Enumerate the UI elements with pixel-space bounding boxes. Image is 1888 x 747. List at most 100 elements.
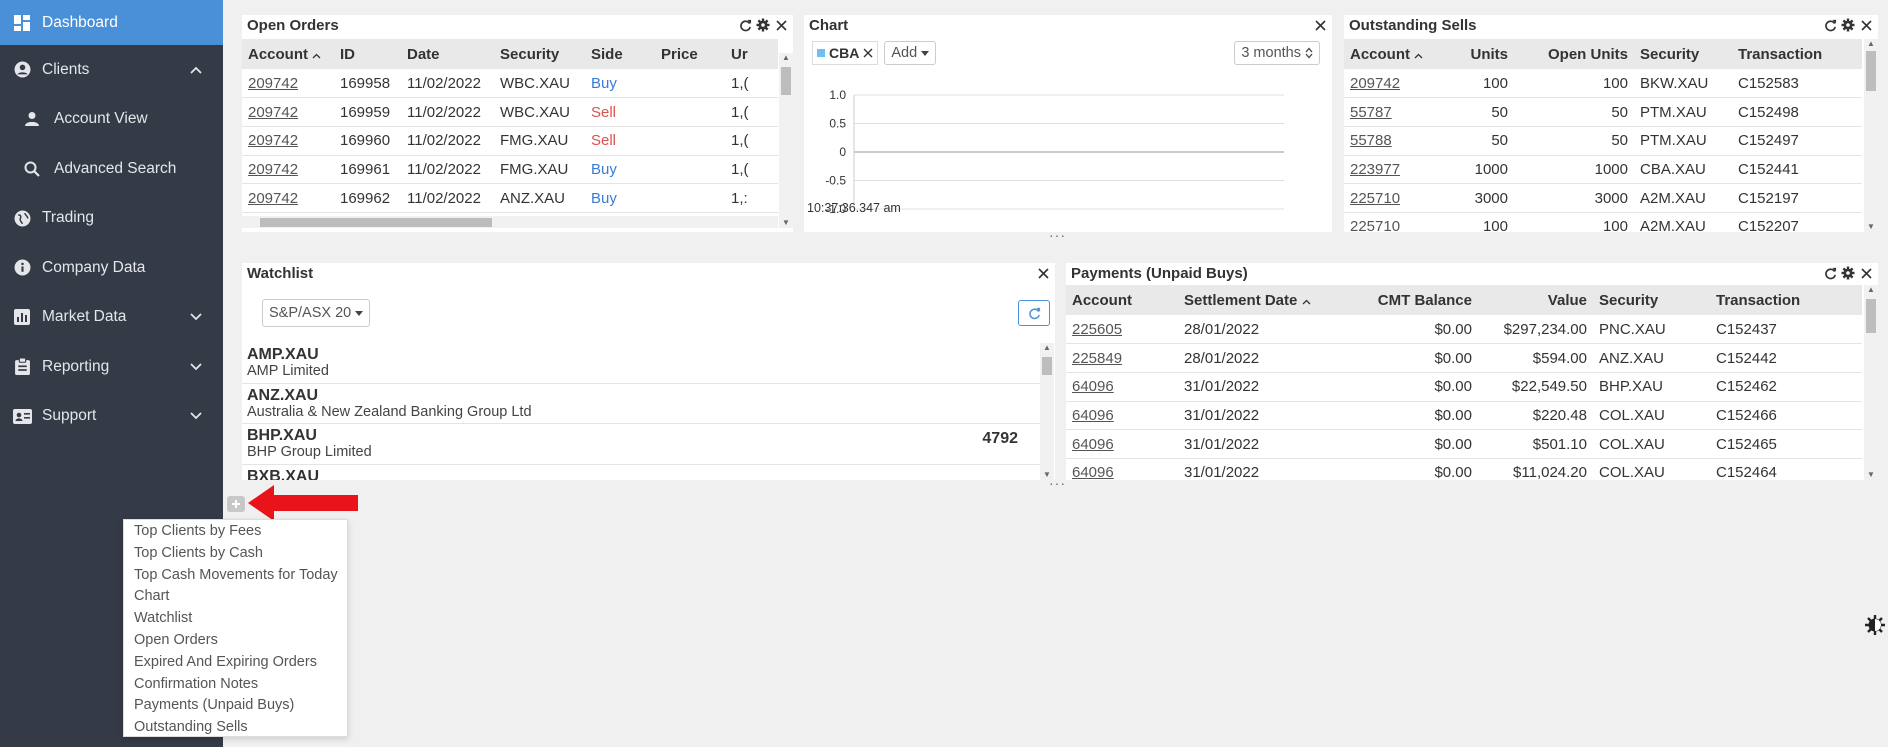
column-header-side[interactable]: Side [585, 39, 655, 69]
y-tick-label: 0.5 [829, 117, 846, 131]
menu-item-top-clients-by-fees[interactable]: Top Clients by Fees [124, 521, 347, 543]
column-header-date[interactable]: Date [401, 39, 494, 69]
column-header-security[interactable]: Security [1593, 285, 1710, 315]
vertical-scrollbar[interactable]: ▲ ▼ [1864, 39, 1878, 232]
close-icon[interactable] [1036, 266, 1050, 280]
resize-handle[interactable]: ··· [1049, 227, 1066, 243]
account-link[interactable]: 223977 [1350, 161, 1400, 178]
column-header-transaction[interactable]: Transaction [1710, 285, 1862, 315]
close-icon[interactable] [1313, 18, 1327, 32]
refresh-button[interactable] [1018, 300, 1050, 326]
refresh-icon[interactable] [738, 18, 752, 32]
order-units: 1,( [725, 97, 778, 127]
y-tick-label: -0.5 [825, 174, 846, 188]
column-header-units[interactable]: Ur [725, 39, 778, 69]
vertical-scrollbar[interactable]: ▲ ▼ [1864, 285, 1878, 480]
index-select[interactable]: S&P/ASX 20 [262, 299, 371, 327]
table-row: 225849 28/01/2022 $0.00 $594.00 ANZ.XAU … [1066, 343, 1862, 373]
sidebar-item-advanced-search[interactable]: Advanced Search [0, 144, 223, 194]
resize-handle[interactable]: ··· [1049, 475, 1066, 491]
period-select[interactable]: 3 months [1234, 41, 1320, 65]
security-code: AMP.XAU [247, 346, 319, 363]
order-units: 1,: [725, 183, 778, 213]
menu-item-open-orders[interactable]: Open Orders [124, 630, 347, 652]
menu-item-outstanding-sells[interactable]: Outstanding Sells [124, 717, 347, 739]
sidebar-item-reporting[interactable]: Reporting [0, 342, 223, 392]
column-header-transaction[interactable]: Transaction [1732, 39, 1862, 69]
account-link[interactable]: 64096 [1072, 464, 1114, 480]
cmt-balance: $0.00 [1328, 401, 1478, 431]
account-link[interactable]: 225605 [1072, 321, 1122, 338]
account-link[interactable]: 64096 [1072, 407, 1114, 424]
column-header-value[interactable]: Value [1478, 285, 1593, 315]
column-header-units[interactable]: Units [1444, 39, 1514, 69]
gear-icon[interactable] [756, 18, 770, 32]
add-widget-button[interactable] [227, 496, 245, 512]
vertical-scrollbar[interactable]: ▲ ▼ [779, 53, 793, 228]
account-link[interactable]: 225710 [1350, 190, 1400, 207]
sidebar-item-support[interactable]: Support [0, 392, 223, 442]
column-header-account[interactable]: Account [242, 39, 334, 69]
units: 1000 [1444, 155, 1514, 185]
menu-item-watchlist[interactable]: Watchlist [124, 608, 347, 630]
menu-item-payments[interactable]: Payments (Unpaid Buys) [124, 695, 347, 717]
list-item[interactable]: BHP.XAU BHP Group Limited 4792 [242, 424, 1040, 465]
account-link[interactable]: 209742 [1350, 75, 1400, 92]
menu-item-chart[interactable]: Chart [124, 586, 347, 608]
column-header-price[interactable]: Price [655, 39, 725, 69]
account-link[interactable]: 209742 [248, 161, 298, 178]
sidebar-item-clients[interactable]: Clients [0, 45, 223, 95]
menu-item-top-clients-by-cash[interactable]: Top Clients by Cash [124, 543, 347, 565]
column-header-id[interactable]: ID [334, 39, 401, 69]
menu-item-expired-orders[interactable]: Expired And Expiring Orders [124, 652, 347, 674]
horizontal-scrollbar[interactable] [242, 216, 778, 228]
menu-item-top-cash-movements[interactable]: Top Cash Movements for Today [124, 565, 347, 587]
y-tick-label: 1.0 [829, 88, 846, 102]
account-link[interactable]: 209742 [248, 104, 298, 121]
chevron-up-icon [189, 63, 203, 77]
account-link[interactable]: 209742 [248, 75, 298, 92]
sidebar-item-company-data[interactable]: Company Data [0, 243, 223, 293]
bar-chart-icon [12, 307, 32, 327]
gear-icon[interactable] [1841, 266, 1855, 280]
sidebar-item-dashboard[interactable]: Dashboard [0, 0, 223, 45]
account-link[interactable]: 225849 [1072, 350, 1122, 367]
account-link[interactable]: 209742 [248, 190, 298, 207]
column-header-account[interactable]: Account [1066, 285, 1178, 315]
refresh-icon[interactable] [1823, 18, 1837, 32]
column-header-cmt-balance[interactable]: CMT Balance [1328, 285, 1478, 315]
close-icon[interactable] [1859, 18, 1873, 32]
list-item[interactable]: BXB.XAU [242, 465, 1040, 480]
close-icon[interactable] [774, 18, 788, 32]
sidebar-item-trading[interactable]: Trading [0, 194, 223, 244]
refresh-icon[interactable] [1823, 266, 1837, 280]
account-link[interactable]: 225710 [1350, 218, 1400, 232]
account-link[interactable]: 209742 [248, 132, 298, 149]
order-price [655, 155, 725, 185]
theme-toggle-icon[interactable] [1864, 614, 1886, 636]
column-header-security[interactable]: Security [1634, 39, 1732, 69]
list-item[interactable]: AMP.XAU AMP Limited [242, 343, 1040, 384]
add-symbol-dropdown[interactable]: Add [884, 41, 937, 65]
vertical-scrollbar[interactable]: ▲ ▼ [1040, 343, 1054, 480]
table-row: 209742 169959 11/02/2022 WBC.XAU Sell 1,… [242, 97, 778, 127]
column-header-security[interactable]: Security [494, 39, 585, 69]
gear-icon[interactable] [1841, 18, 1855, 32]
close-icon[interactable] [1859, 266, 1873, 280]
menu-item-confirmation-notes[interactable]: Confirmation Notes [124, 674, 347, 696]
account-link[interactable]: 55787 [1350, 104, 1392, 121]
order-security: ANZ.XAU [494, 183, 585, 213]
close-icon[interactable] [863, 48, 873, 58]
account-link[interactable]: 64096 [1072, 378, 1114, 395]
column-header-account[interactable]: Account [1344, 39, 1444, 69]
sidebar-item-account-view[interactable]: Account View [0, 95, 223, 145]
panel-header: Open Orders [242, 15, 793, 35]
symbol-chip[interactable]: CBA [812, 41, 879, 65]
column-header-settlement-date[interactable]: Settlement Date [1178, 285, 1328, 315]
list-item[interactable]: ANZ.XAU Australia & New Zealand Banking … [242, 384, 1040, 424]
sidebar-item-market-data[interactable]: Market Data [0, 293, 223, 343]
table-row: 223977 1000 1000 CBA.XAU C152441 [1344, 155, 1862, 185]
account-link[interactable]: 64096 [1072, 436, 1114, 453]
account-link[interactable]: 55788 [1350, 132, 1392, 149]
column-header-open-units[interactable]: Open Units [1514, 39, 1634, 69]
